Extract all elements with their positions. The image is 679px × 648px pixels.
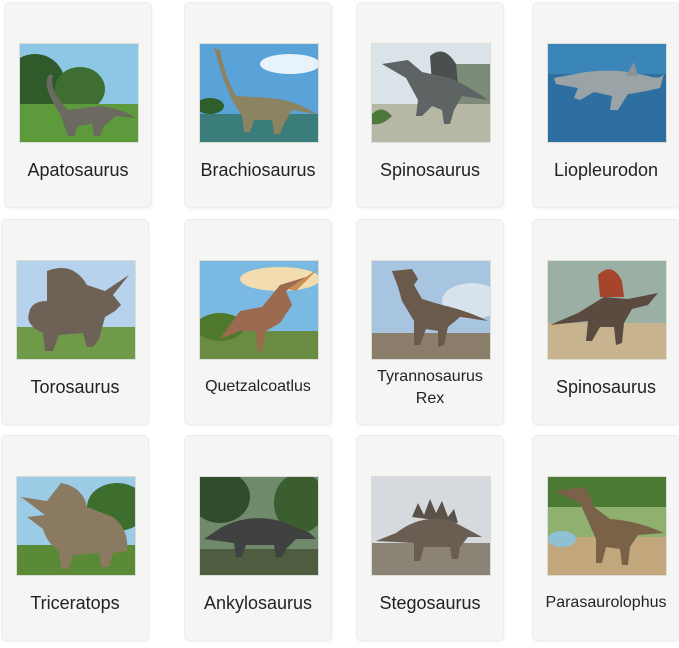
torosaurus-image <box>16 260 136 360</box>
ankylosaurus-image <box>199 476 319 576</box>
card-label: Brachiosaurus <box>200 160 316 180</box>
stegosaurus-image <box>371 476 491 576</box>
card-label: Quetzalcoatlus <box>205 378 311 395</box>
spinosaurus-image <box>547 260 667 360</box>
card-label: Parasaurolophus <box>545 594 667 611</box>
card-liopleurodon: Liopleurodon <box>533 3 679 207</box>
apatosaurus-image <box>19 43 139 143</box>
card-label: Stegosaurus <box>379 593 481 613</box>
liopleurodon-image <box>547 43 667 143</box>
spinosaurus-image <box>371 43 491 143</box>
card-spinosaurus-2: Spinosaurus <box>533 220 679 424</box>
card-label: Liopleurodon <box>553 160 659 180</box>
card-parasaurolophus: Parasaurolophus <box>533 436 679 640</box>
card-torosaurus: Torosaurus <box>2 220 148 424</box>
tyrannosaurus-rex-image <box>371 260 491 360</box>
card-label: Tyrannosaurus Rex <box>377 368 483 407</box>
card-apatosaurus: Apatosaurus <box>5 3 151 207</box>
card-tyrannosaurus-rex: Tyrannosaurus Rex <box>357 220 503 424</box>
card-quetzalcoatlus: Quetzalcoatlus <box>185 220 331 424</box>
card-label: Torosaurus <box>30 377 120 397</box>
parasaurolophus-image <box>547 476 667 576</box>
card-ankylosaurus: Ankylosaurus <box>185 436 331 640</box>
quetzalcoatlus-image <box>199 260 319 360</box>
card-stegosaurus: Stegosaurus <box>357 436 503 640</box>
card-spinosaurus: Spinosaurus <box>357 3 503 207</box>
card-label: Spinosaurus <box>379 160 481 180</box>
card-label: Triceratops <box>30 593 120 613</box>
triceratops-image <box>16 476 136 576</box>
card-triceratops: Triceratops <box>2 436 148 640</box>
card-label: Apatosaurus <box>27 160 129 180</box>
card-label: Spinosaurus <box>555 377 657 397</box>
card-label: Ankylosaurus <box>203 593 313 613</box>
brachiosaurus-image <box>199 43 319 143</box>
card-brachiosaurus: Brachiosaurus <box>185 3 331 207</box>
